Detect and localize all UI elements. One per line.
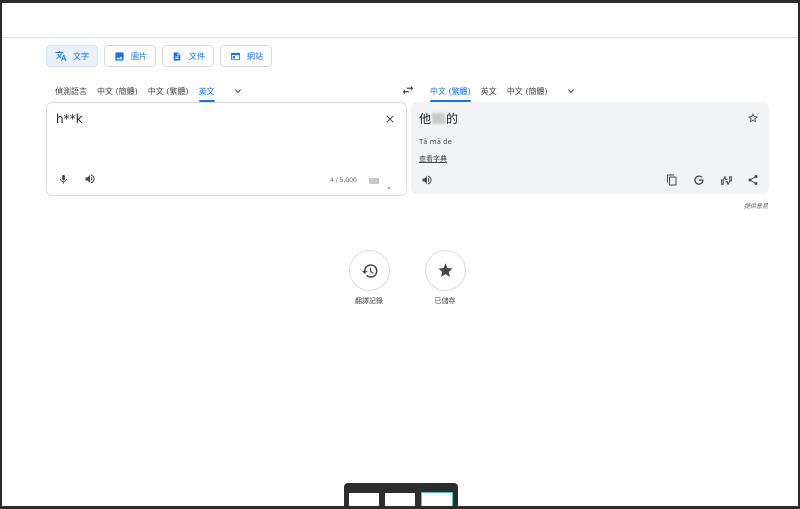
image-icon	[113, 50, 125, 62]
source-lang-detect[interactable]: 偵測語言	[55, 80, 87, 102]
history-button[interactable]	[349, 250, 390, 291]
mode-website-label: 網站	[247, 51, 263, 61]
document-icon	[171, 50, 183, 62]
source-lang-zh-hans[interactable]: 中文 (簡體)	[97, 80, 138, 102]
google-icon	[694, 175, 704, 185]
source-language-bar: 偵測語言 中文 (簡體) 中文 (繁體) 英文	[55, 80, 245, 102]
source-text-panel[interactable]: h**k 4 / 5,000	[46, 102, 407, 196]
listen-source-button[interactable]	[82, 171, 98, 187]
speaker-icon	[422, 175, 432, 185]
website-icon	[229, 50, 241, 62]
character-counter: 4 / 5,000	[330, 177, 357, 184]
swap-languages-button[interactable]	[399, 81, 417, 99]
app-header	[2, 3, 798, 38]
listen-translation-button[interactable]	[419, 172, 435, 188]
target-lang-zh-hans[interactable]: 中文 (簡體)	[507, 80, 548, 102]
source-lang-english[interactable]: 英文	[198, 80, 215, 102]
mode-document-button[interactable]: 文件	[162, 45, 214, 67]
censored-blur	[432, 113, 446, 124]
copy-translation-button[interactable]	[664, 172, 680, 188]
rate-translation-button[interactable]	[718, 172, 734, 188]
keyboard-icon[interactable]	[369, 178, 379, 184]
translation-text-start: 他	[419, 112, 432, 126]
clear-source-button[interactable]	[382, 111, 398, 127]
open-dictionary-link[interactable]: 查看字典	[419, 154, 447, 164]
send-feedback-link[interactable]: 提供意見	[744, 201, 768, 210]
translation-text: 他 的	[419, 110, 458, 127]
romanization-text: Tā mā de	[419, 138, 452, 146]
chevron-down-icon[interactable]	[231, 84, 245, 98]
history-icon	[361, 263, 378, 278]
translation-text-end: 的	[446, 112, 459, 126]
star-outline-icon	[748, 113, 758, 123]
chevron-down-icon[interactable]	[385, 177, 393, 189]
swap-icon	[402, 85, 414, 95]
source-lang-zh-hant[interactable]: 中文 (繁體)	[148, 80, 189, 102]
save-translation-button[interactable]	[745, 110, 761, 126]
mode-text-button[interactable]: 文字	[46, 45, 98, 67]
translation-panel: 他 的 Tā mā de 查看字典	[411, 102, 769, 194]
speaker-icon	[85, 174, 95, 184]
mode-selector: 文字 圖片 文件 網站	[46, 45, 272, 67]
window-frame-left	[0, 0, 2, 509]
mode-image-button[interactable]: 圖片	[104, 45, 156, 67]
translate-icon	[55, 50, 67, 62]
history-label: 翻譯記錄	[355, 297, 383, 305]
star-icon	[438, 263, 453, 277]
source-text-input[interactable]: h**k	[56, 112, 83, 126]
google-search-button[interactable]	[691, 172, 707, 188]
share-translation-button[interactable]	[745, 172, 761, 188]
share-icon	[748, 175, 758, 185]
saved-button[interactable]	[425, 250, 466, 291]
feedback-thumbs-icon	[720, 175, 732, 185]
saved-label: 已儲存	[434, 297, 456, 305]
target-language-bar: 中文 (繁體) 英文 中文 (簡體)	[430, 80, 578, 102]
target-lang-zh-hant[interactable]: 中文 (繁體)	[430, 80, 471, 102]
mode-website-button[interactable]: 網站	[220, 45, 272, 67]
voice-input-button[interactable]	[55, 171, 71, 187]
copy-icon	[667, 174, 677, 186]
chevron-down-icon[interactable]	[564, 84, 578, 98]
mode-document-label: 文件	[189, 51, 205, 61]
microphone-icon	[59, 174, 67, 184]
close-icon	[386, 115, 394, 123]
mode-text-label: 文字	[73, 51, 89, 61]
target-lang-english[interactable]: 英文	[481, 80, 497, 102]
mode-image-label: 圖片	[131, 51, 147, 61]
